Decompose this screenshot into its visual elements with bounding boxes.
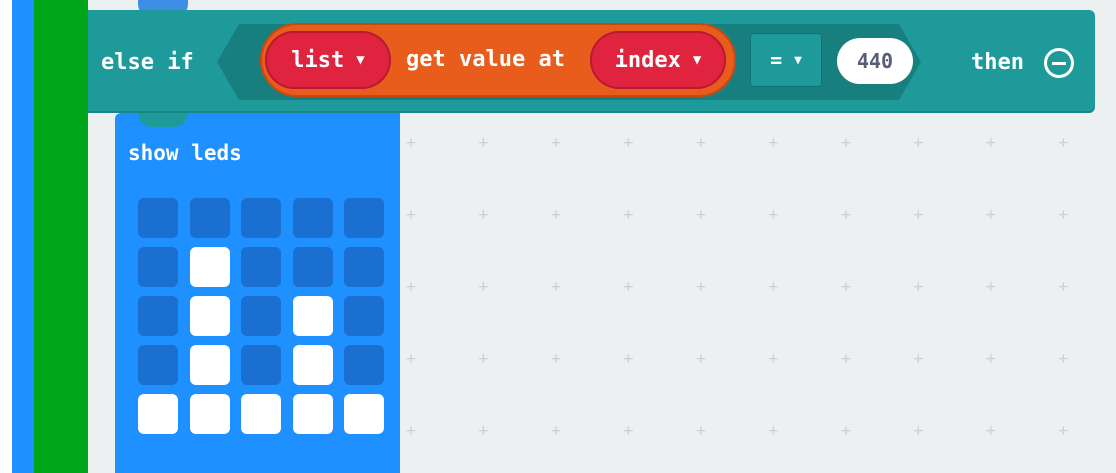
chevron-down-icon: ▼ xyxy=(692,52,702,68)
grid-mark: + xyxy=(767,135,780,151)
grid-mark: + xyxy=(912,135,925,151)
led-cell[interactable] xyxy=(344,247,384,287)
grid-mark: + xyxy=(767,423,780,439)
else-if-label: else if xyxy=(101,50,194,75)
grid-mark: + xyxy=(477,207,490,223)
grid-mark: + xyxy=(405,423,417,439)
grid-mark: + xyxy=(912,207,925,223)
grid-mark: + xyxy=(840,351,852,367)
grid-mark: + xyxy=(550,135,562,151)
grid-mark: + xyxy=(985,423,997,439)
grid-mark: + xyxy=(695,207,707,223)
grid-mark: + xyxy=(477,351,490,367)
get-value-at-label: get value at xyxy=(406,47,565,72)
grid-mark: + xyxy=(622,423,635,439)
grid-mark: + xyxy=(840,279,852,295)
left-edge xyxy=(0,0,12,473)
grid-mark: + xyxy=(550,351,562,367)
grid-mark: + xyxy=(767,351,780,367)
list-dropdown-label: list xyxy=(291,47,345,73)
grid-mark: + xyxy=(405,351,417,367)
led-cell[interactable] xyxy=(344,345,384,385)
grid-mark: + xyxy=(1057,279,1070,295)
led-cell[interactable] xyxy=(344,198,384,238)
led-cell[interactable] xyxy=(241,247,281,287)
led-cell[interactable] xyxy=(138,296,178,336)
index-dropdown-label: index xyxy=(614,47,681,73)
led-cell[interactable] xyxy=(241,198,281,238)
led-cell[interactable] xyxy=(189,345,230,385)
led-cell[interactable] xyxy=(241,345,281,385)
led-cell[interactable] xyxy=(138,394,178,434)
led-cell[interactable] xyxy=(138,345,178,385)
grid-mark: + xyxy=(767,207,780,223)
chevron-down-icon: ▼ xyxy=(794,52,802,68)
led-cell[interactable] xyxy=(189,198,230,238)
grid-mark: + xyxy=(985,207,997,223)
grid-mark: + xyxy=(622,135,635,151)
grid-mark: + xyxy=(550,423,562,439)
loop-block-stripe xyxy=(34,0,88,473)
grid-mark: + xyxy=(912,279,925,295)
led-cell[interactable] xyxy=(292,394,333,434)
led-cell[interactable] xyxy=(138,198,178,238)
outer-block-stripe xyxy=(12,0,34,473)
then-label: then xyxy=(971,50,1024,75)
grid-mark: + xyxy=(695,135,707,151)
led-cell[interactable] xyxy=(292,247,333,287)
grid-mark: + xyxy=(405,279,417,295)
chevron-down-icon: ▼ xyxy=(356,52,365,68)
grid-mark: + xyxy=(550,279,562,295)
compare-value-input[interactable] xyxy=(837,38,913,84)
grid-mark: + xyxy=(767,279,780,295)
grid-mark: + xyxy=(1057,423,1070,439)
comparison-operator-dropdown[interactable]: = ▼ xyxy=(750,33,822,87)
grid-mark: + xyxy=(840,207,852,223)
grid-mark: + xyxy=(985,351,997,367)
grid-mark: + xyxy=(477,279,490,295)
led-cell[interactable] xyxy=(292,198,333,238)
led-cell[interactable] xyxy=(292,296,333,336)
grid-mark: + xyxy=(695,351,707,367)
grid-mark: + xyxy=(840,135,852,151)
block-connector-notch xyxy=(138,113,188,127)
led-cell[interactable] xyxy=(138,247,178,287)
led-cell[interactable] xyxy=(189,394,230,434)
grid-mark: + xyxy=(695,279,707,295)
grid-mark: + xyxy=(622,207,635,223)
get-value-at-block[interactable]: list ▼ get value at index ▼ xyxy=(260,23,736,97)
led-cell[interactable] xyxy=(344,296,384,336)
led-cell[interactable] xyxy=(241,394,281,434)
grid-mark: + xyxy=(840,423,852,439)
grid-mark: + xyxy=(985,135,997,151)
grid-mark: + xyxy=(477,423,490,439)
operator-label: = xyxy=(770,48,783,72)
led-cell[interactable] xyxy=(189,296,230,336)
grid-mark: + xyxy=(405,135,417,151)
grid-mark: + xyxy=(695,423,707,439)
index-dropdown[interactable]: index ▼ xyxy=(590,31,726,89)
grid-mark: + xyxy=(1057,135,1070,151)
list-dropdown[interactable]: list ▼ xyxy=(265,31,391,89)
grid-mark: + xyxy=(1057,351,1070,367)
grid-mark: + xyxy=(622,351,635,367)
grid-mark: + xyxy=(622,279,635,295)
grid-mark: + xyxy=(912,423,925,439)
grid-mark: + xyxy=(912,351,925,367)
grid-mark: + xyxy=(477,135,490,151)
led-cell[interactable] xyxy=(189,247,230,287)
grid-mark: + xyxy=(985,279,997,295)
grid-mark: + xyxy=(1057,207,1070,223)
grid-mark: + xyxy=(550,207,562,223)
remove-circle-icon[interactable] xyxy=(1044,48,1074,78)
led-cell[interactable] xyxy=(292,345,333,385)
led-cell[interactable] xyxy=(344,394,384,434)
led-cell[interactable] xyxy=(241,296,281,336)
show-leds-label: show leds xyxy=(128,141,242,165)
grid-mark: + xyxy=(405,207,417,223)
